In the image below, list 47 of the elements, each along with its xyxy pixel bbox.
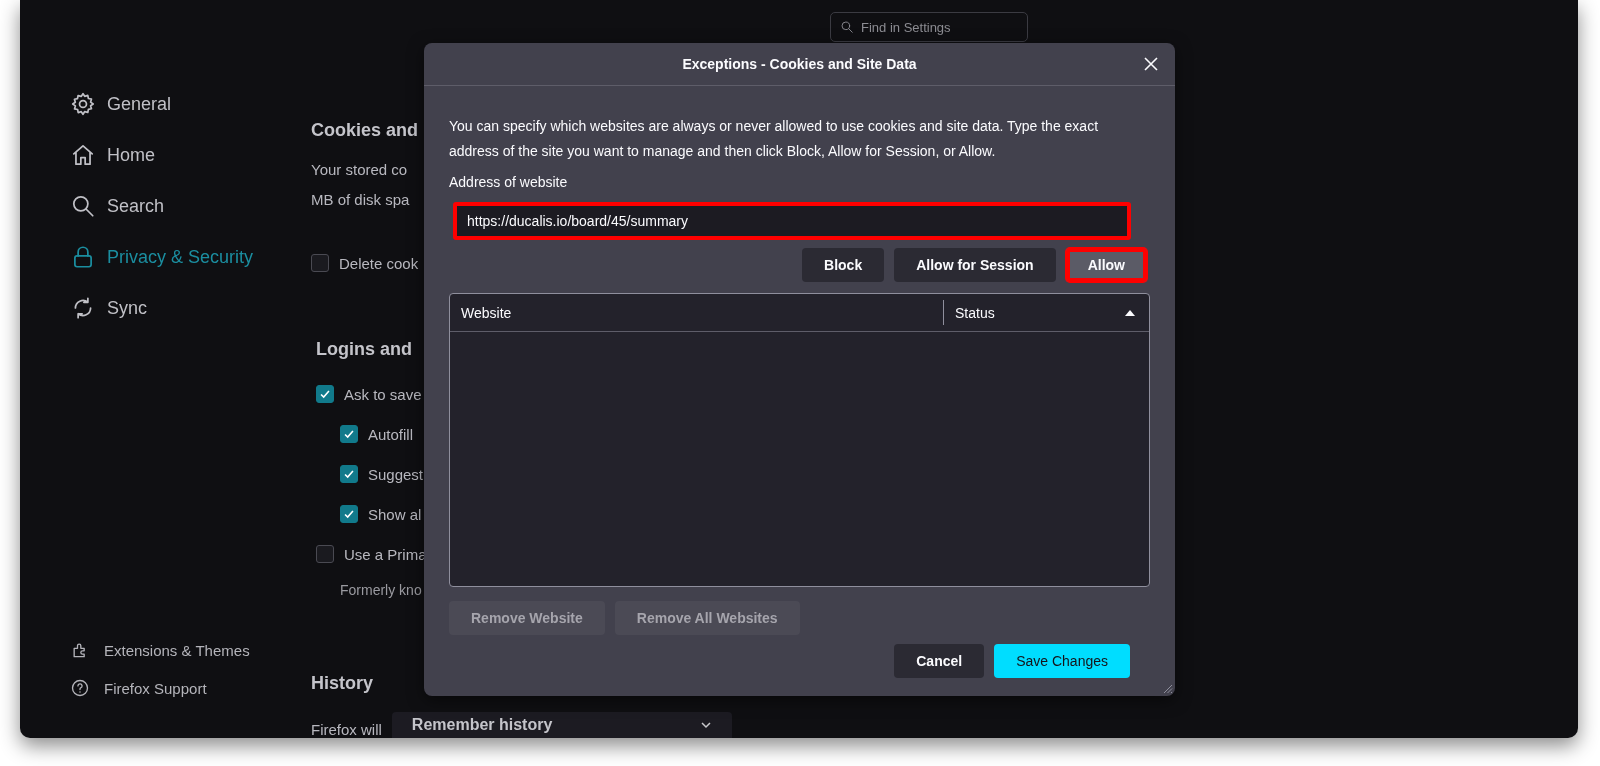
search-field[interactable]: Find in Settings [830,12,1028,42]
checkbox[interactable] [316,545,334,563]
action-button[interactable]: Allow [1065,248,1147,282]
checkbox-label: Ask to save [344,385,422,403]
sidebar-item[interactable]: Privacy & Security [70,233,311,281]
action-button[interactable]: Allow for Session [894,248,1056,282]
search-icon [840,20,854,34]
search-icon [70,193,96,219]
chevron-down-icon [699,719,712,731]
sidebar-item[interactable]: Sync [70,284,311,332]
sidebar-item[interactable]: Search [70,182,311,230]
field-label: Firefox will [311,721,382,738]
help-icon [70,678,90,698]
note-text: Formerly kno [340,582,422,598]
checkbox-label: Delete cook [339,254,419,272]
column-header[interactable]: Website [450,300,944,325]
gear-icon [70,91,96,117]
checkbox[interactable] [340,425,358,443]
close-button[interactable] [1143,55,1161,73]
sidebar-item[interactable]: General [70,80,311,128]
cancel-button[interactable]: Cancel [894,644,985,678]
resize-grip-icon [1161,682,1173,694]
field-label: Address of website [449,174,569,190]
checkbox[interactable] [311,254,329,272]
dialog-description: You can specify which websites are always or never allowed to use cookies and site data. Type the exact address of the site you want to manage and then click Block, Allow for Session, or Allow. [449,117,1100,161]
checkbox-label: Show al [368,505,422,523]
section-heading: History [311,673,373,694]
section-heading: Cookies and [311,120,419,141]
dialog-title: Exceptions - Cookies and Site Data [682,56,917,72]
save-button[interactable]: Save Changes [994,644,1130,678]
checkbox[interactable] [340,505,358,523]
checkbox[interactable] [340,465,358,483]
sidebar-link[interactable]: Firefox Support [104,679,207,697]
sidebar-item[interactable]: Home [70,131,311,179]
checkbox-label: Autofill [368,425,414,443]
action-button[interactable]: Block [802,248,885,282]
checkbox-label: Suggest [368,465,424,483]
address-field[interactable]: https://ducalis.io/board/45/summary [453,202,1131,240]
sidebar-link[interactable]: Extensions & Themes [104,641,250,659]
description-text: Your stored co [311,160,408,180]
section-heading: Logins and [316,339,412,360]
home-icon [70,142,96,168]
column-header[interactable]: Status [944,294,1149,331]
sort-ascending-icon [1125,309,1135,316]
description-text: MB of disk spa [311,190,410,210]
history-dropdown[interactable]: Remember history [391,712,732,738]
checkbox[interactable] [316,385,334,403]
